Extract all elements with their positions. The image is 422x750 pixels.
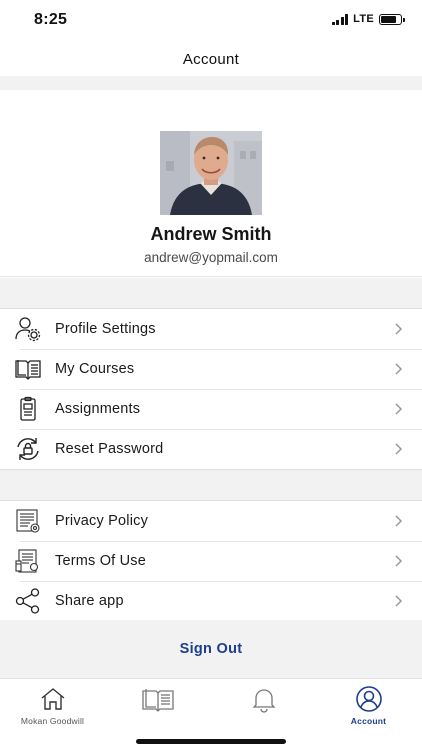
tab-notifications[interactable] bbox=[211, 679, 316, 729]
menu-item-my-courses[interactable]: My Courses bbox=[0, 349, 422, 389]
section-spacer bbox=[0, 76, 422, 90]
menu-item-share-app[interactable]: Share app bbox=[0, 581, 422, 621]
bell-icon bbox=[251, 689, 276, 713]
menu-item-profile-settings[interactable]: Profile Settings bbox=[0, 309, 422, 349]
tab-account[interactable]: Account bbox=[316, 679, 421, 729]
chevron-right-icon bbox=[395, 323, 403, 335]
assignment-icon bbox=[14, 395, 42, 423]
tab-courses[interactable] bbox=[105, 679, 210, 729]
share-icon bbox=[14, 587, 42, 615]
menu-group-account: Profile Settings My Courses Assignments … bbox=[0, 308, 422, 470]
section-spacer bbox=[0, 470, 422, 500]
privacy-policy-icon bbox=[14, 507, 42, 535]
chevron-right-icon bbox=[395, 363, 403, 375]
menu-item-terms-of-use[interactable]: Terms Of Use bbox=[0, 541, 422, 581]
tab-label: Mokan Goodwill bbox=[20, 716, 85, 726]
network-type: LTE bbox=[353, 13, 374, 25]
menu-label: Terms Of Use bbox=[55, 553, 147, 569]
menu-item-assignments[interactable]: Assignments bbox=[0, 389, 422, 429]
nav-header: Account bbox=[0, 42, 422, 76]
status-indicators: LTE bbox=[331, 13, 405, 25]
account-icon bbox=[355, 686, 382, 712]
menu-label: My Courses bbox=[55, 361, 135, 377]
reset-password-icon bbox=[14, 435, 42, 463]
section-spacer bbox=[0, 278, 422, 308]
chevron-right-icon bbox=[395, 403, 403, 415]
menu-group-info: Privacy Policy Terms Of Use Share app bbox=[0, 500, 422, 622]
chevron-right-icon bbox=[395, 595, 403, 607]
signal-icon bbox=[331, 13, 349, 25]
status-time: 8:25 bbox=[34, 11, 68, 28]
menu-label: Assignments bbox=[55, 401, 141, 417]
sign-out-section: Sign Out bbox=[0, 620, 422, 678]
user-settings-icon bbox=[14, 315, 42, 343]
profile-card: Andrew Smith andrew@yopmail.com bbox=[0, 90, 422, 277]
avatar-photo bbox=[160, 131, 262, 215]
avatar[interactable] bbox=[160, 131, 262, 215]
home-indicator bbox=[136, 739, 286, 744]
page-title: Account bbox=[182, 50, 240, 68]
menu-label: Share app bbox=[55, 593, 124, 609]
book-icon bbox=[14, 355, 42, 383]
menu-item-privacy-policy[interactable]: Privacy Policy bbox=[0, 501, 422, 541]
tab-home[interactable]: Mokan Goodwill bbox=[0, 679, 105, 729]
chevron-right-icon bbox=[395, 443, 403, 455]
status-bar: 8:25 LTE bbox=[0, 0, 422, 42]
menu-item-reset-password[interactable]: Reset Password bbox=[0, 429, 422, 469]
chevron-right-icon bbox=[395, 555, 403, 567]
sign-out-button[interactable]: Sign Out bbox=[180, 641, 243, 657]
menu-label: Profile Settings bbox=[55, 321, 156, 337]
tab-label: Account bbox=[350, 716, 387, 726]
menu-label: Privacy Policy bbox=[55, 513, 149, 529]
home-icon bbox=[41, 688, 64, 710]
chevron-right-icon bbox=[395, 515, 403, 527]
battery-icon bbox=[379, 13, 405, 25]
terms-of-use-icon bbox=[14, 547, 42, 575]
book-icon bbox=[141, 689, 174, 712]
profile-name: Andrew Smith bbox=[150, 224, 272, 244]
profile-email: andrew@yopmail.com bbox=[144, 250, 278, 265]
menu-label: Reset Password bbox=[55, 441, 164, 457]
